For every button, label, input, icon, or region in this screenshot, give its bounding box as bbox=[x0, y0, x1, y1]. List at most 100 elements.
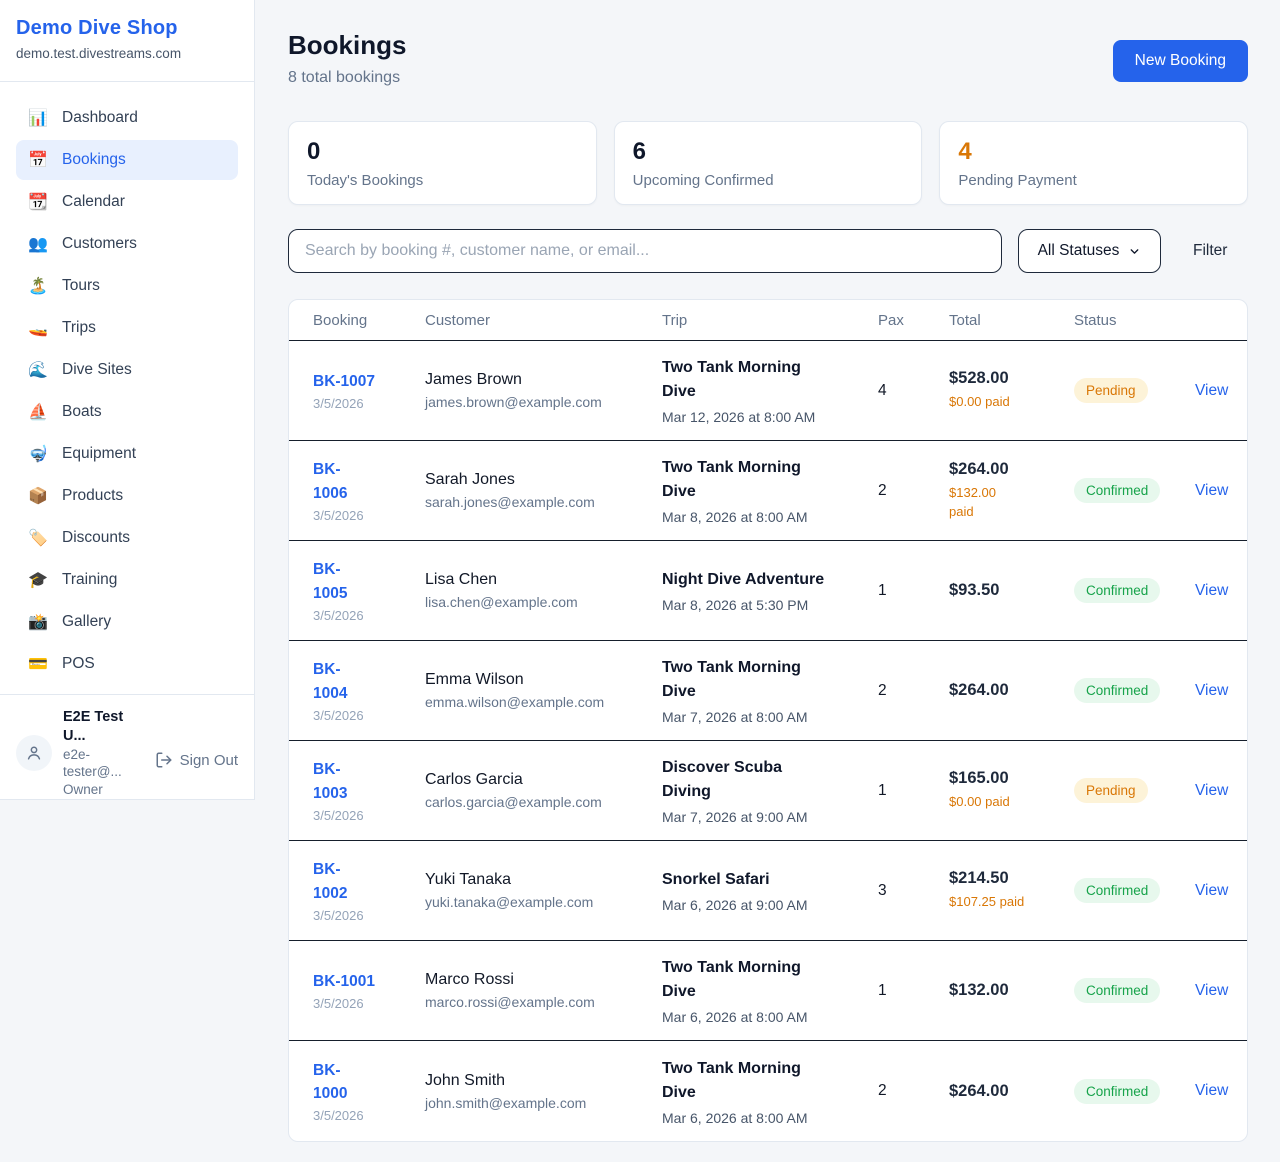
booking-id-link[interactable]: BK-1007 bbox=[313, 370, 375, 393]
sidebar-item-pos[interactable]: 💳POS bbox=[16, 644, 238, 684]
view-link[interactable]: View bbox=[1195, 382, 1228, 399]
column-header-total: Total bbox=[949, 312, 1074, 329]
view-link[interactable]: View bbox=[1195, 782, 1228, 799]
customer-email: james.brown@example.com bbox=[425, 394, 662, 410]
customer-cell: Carlos Garciacarlos.garcia@example.com bbox=[425, 771, 662, 810]
sidebar-item-tours[interactable]: 🏝️Tours bbox=[16, 266, 238, 306]
column-header-customer: Customer bbox=[425, 312, 662, 329]
trip-cell: Snorkel Safari Mar 6, 2026 at 9:00 AM bbox=[662, 868, 878, 913]
booking-id-link[interactable]: BK- 1000 bbox=[313, 1059, 347, 1106]
actions-cell: View bbox=[1195, 982, 1228, 1000]
equipment-icon: 🤿 bbox=[28, 444, 48, 464]
status-badge: Confirmed bbox=[1074, 1079, 1160, 1104]
sidebar-item-boats[interactable]: ⛵Boats bbox=[16, 392, 238, 432]
booking-id-link[interactable]: BK- 1005 bbox=[313, 558, 347, 605]
sidebar-item-bookings[interactable]: 📅Bookings bbox=[16, 140, 238, 180]
user-icon bbox=[24, 743, 44, 763]
trip-name: Two Tank Morning Dive bbox=[662, 1057, 878, 1105]
column-header-trip: Trip bbox=[662, 312, 878, 329]
customer-email: john.smith@example.com bbox=[425, 1095, 662, 1111]
sidebar-item-training[interactable]: 🎓Training bbox=[16, 560, 238, 600]
status-cell: Pending bbox=[1074, 378, 1195, 403]
trip-cell: Two Tank Morning Dive Mar 12, 2026 at 8:0… bbox=[662, 356, 878, 425]
customer-name: Emma Wilson bbox=[425, 671, 662, 689]
stat-value: 4 bbox=[958, 139, 1229, 165]
sidebar-item-gallery[interactable]: 📸Gallery bbox=[16, 602, 238, 642]
status-badge: Confirmed bbox=[1074, 578, 1160, 603]
total-amount: $165.00 bbox=[949, 769, 1074, 788]
booking-cell: BK- 10033/5/2026 bbox=[313, 758, 425, 823]
total-amount: $264.00 bbox=[949, 681, 1074, 700]
products-icon: 📦 bbox=[28, 486, 48, 506]
trip-datetime: Mar 12, 2026 at 8:00 AM bbox=[662, 409, 878, 425]
trip-name: Snorkel Safari bbox=[662, 868, 878, 892]
column-header-status: Status bbox=[1074, 312, 1195, 329]
view-link[interactable]: View bbox=[1195, 1082, 1228, 1099]
trip-datetime: Mar 8, 2026 at 5:30 PM bbox=[662, 597, 878, 613]
actions-cell: View bbox=[1195, 382, 1228, 400]
view-link[interactable]: View bbox=[1195, 982, 1228, 999]
view-link[interactable]: View bbox=[1195, 582, 1228, 599]
booking-id-link[interactable]: BK- 1004 bbox=[313, 658, 347, 705]
customer-cell: Marco Rossimarco.rossi@example.com bbox=[425, 971, 662, 1010]
status-filter-select[interactable]: All Statuses bbox=[1018, 229, 1161, 273]
customer-email: marco.rossi@example.com bbox=[425, 994, 662, 1010]
actions-cell: View bbox=[1195, 782, 1228, 800]
booking-id-link[interactable]: BK- 1002 bbox=[313, 858, 347, 905]
user-info: E2E Test U... e2e-tester@... Owner bbox=[63, 708, 144, 798]
sidebar-item-calendar[interactable]: 📆Calendar bbox=[16, 182, 238, 222]
sign-out-button[interactable]: Sign Out bbox=[155, 737, 238, 769]
booking-date: 3/5/2026 bbox=[313, 708, 425, 723]
total-amount: $93.50 bbox=[949, 581, 1074, 600]
discounts-icon: 🏷️ bbox=[28, 528, 48, 548]
sidebar-item-discounts[interactable]: 🏷️Discounts bbox=[16, 518, 238, 558]
sidebar-item-dive-sites[interactable]: 🌊Dive Sites bbox=[16, 350, 238, 390]
booking-id-link[interactable]: BK- 1006 bbox=[313, 458, 347, 505]
customer-cell: Emma Wilson emma.wilson@example.com bbox=[425, 671, 662, 710]
new-booking-button[interactable]: New Booking bbox=[1113, 40, 1248, 82]
chevron-down-icon bbox=[1128, 245, 1141, 258]
pos-icon: 💳 bbox=[28, 654, 48, 674]
sidebar-item-dashboard[interactable]: 📊Dashboard bbox=[16, 98, 238, 138]
user-role: Owner bbox=[63, 781, 144, 799]
trip-datetime: Mar 8, 2026 at 8:00 AM bbox=[662, 509, 878, 525]
trip-datetime: Mar 6, 2026 at 9:00 AM bbox=[662, 897, 878, 913]
sidebar-item-equipment[interactable]: 🤿 Equipment bbox=[16, 434, 238, 474]
sidebar-item-label: Equipment bbox=[62, 445, 136, 463]
filter-button[interactable]: Filter bbox=[1193, 242, 1227, 260]
total-cell: $132.00 bbox=[949, 981, 1074, 1000]
booking-id-link[interactable]: BK- 1003 bbox=[313, 758, 347, 805]
total-cell: $93.50 bbox=[949, 581, 1074, 600]
trip-name: Two Tank Morning Dive bbox=[662, 356, 878, 404]
total-cell: $165.00$0.00 paid bbox=[949, 769, 1074, 812]
pax-cell: 4 bbox=[878, 382, 949, 400]
sidebar-item-customers[interactable]: 👥Customers bbox=[16, 224, 238, 264]
customer-email: emma.wilson@example.com bbox=[425, 694, 662, 710]
status-cell: Confirmed bbox=[1074, 678, 1195, 703]
sidebar-item-products[interactable]: 📦Products bbox=[16, 476, 238, 516]
customer-email: carlos.garcia@example.com bbox=[425, 794, 662, 810]
table-header-row: Booking Customer Trip Pax Total Status bbox=[289, 300, 1247, 341]
search-input[interactable] bbox=[288, 229, 1002, 273]
page-title-block: Bookings 8 total bookings bbox=[288, 30, 406, 87]
total-cell: $264.00 bbox=[949, 681, 1074, 700]
table-row: BK-1001 3/5/2026Marco Rossimarco.rossi@ex… bbox=[289, 941, 1247, 1041]
page-title: Bookings bbox=[288, 30, 406, 61]
table-row: BK- 10003/5/2026John Smithjohn.smith@exa… bbox=[289, 1041, 1247, 1141]
trip-datetime: Mar 6, 2026 at 8:00 AM bbox=[662, 1009, 878, 1025]
view-link[interactable]: View bbox=[1195, 682, 1228, 699]
sidebar-item-label: Calendar bbox=[62, 193, 125, 211]
dive-sites-icon: 🌊 bbox=[28, 360, 48, 380]
stat-card-upcoming: 6 Upcoming Confirmed bbox=[614, 121, 923, 205]
booking-id-link[interactable]: BK-1001 bbox=[313, 970, 375, 993]
sidebar-item-trips[interactable]: 🚤Trips bbox=[16, 308, 238, 348]
view-link[interactable]: View bbox=[1195, 882, 1228, 899]
status-cell: Confirmed bbox=[1074, 578, 1195, 603]
table-body: BK-10073/5/2026James Brownjames.brown@ex… bbox=[289, 341, 1247, 1141]
booking-date: 3/5/2026 bbox=[313, 608, 425, 623]
view-link[interactable]: View bbox=[1195, 482, 1228, 499]
customer-name: Yuki Tanaka bbox=[425, 871, 662, 889]
sidebar-item-label: Training bbox=[62, 571, 117, 589]
booking-date: 3/5/2026 bbox=[313, 996, 425, 1011]
table-row: BK-10073/5/2026James Brownjames.brown@ex… bbox=[289, 341, 1247, 441]
